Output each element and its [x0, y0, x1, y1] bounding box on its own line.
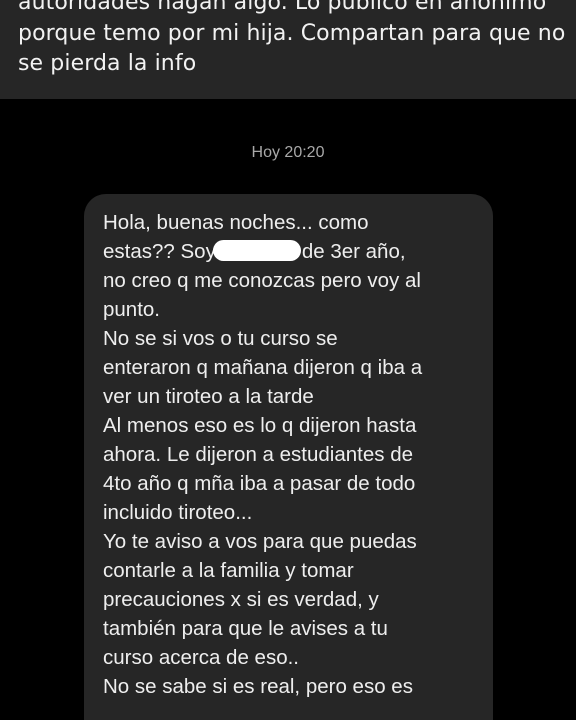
caption-line: porque temo por mi hija. Compartan para … [18, 20, 566, 46]
message-line: Yo te aviso a vos para que puedas [103, 530, 417, 553]
message-line: precauciones x si es verdad, y [103, 588, 379, 611]
message-timestamp: Hoy 20:20 [251, 144, 325, 161]
message-line: contarle a la familia y tomar [103, 559, 354, 582]
caption-line: se pierda la info [18, 51, 197, 76]
page: autoridades hagan algo. Lo publico en an… [0, 0, 576, 720]
message-line: Al menos eso es lo q dijeron hasta [103, 414, 417, 437]
message-line: No se si vos o tu curso se [103, 327, 338, 350]
message-line: no creo q me conozcas pero voy al [103, 269, 421, 292]
post-caption: autoridades hagan algo. Lo publico en an… [0, 0, 576, 99]
redacted-name [212, 240, 301, 261]
chat-screenshot: Hoy 20:20 Hola, buenas noches... como es… [0, 99, 576, 720]
message-bubble[interactable]: Hola, buenas noches... como estas?? Soy d… [84, 194, 493, 720]
message-line: también para que le avises a tu [103, 617, 388, 640]
message-fragment: estas?? Soy [103, 240, 216, 263]
message-line: estas?? Soy de 3er año, [103, 237, 477, 266]
message-line: curso acerca de eso.. [103, 646, 299, 669]
caption-text: autoridades hagan algo. Lo publico en an… [18, 0, 566, 80]
message-line: Hola, buenas noches... como [103, 211, 369, 234]
message-line: incluido tiroteo... [103, 501, 253, 524]
message-line: ver un tiroteo a la tarde [103, 385, 314, 408]
message-line: enteraron q mañana dijeron q iba a [103, 356, 423, 379]
message-line: punto. [103, 298, 160, 321]
caption-line: autoridades hagan algo. Lo publico en an… [18, 0, 547, 15]
message-line: ahora. Le dijeron a estudiantes de [103, 443, 414, 466]
message-fragment: de 3er año, [301, 240, 406, 263]
message-line: No se sabe si es real, pero eso es [103, 675, 413, 698]
message-line: 4to año q mña iba a pasar de todo [103, 472, 416, 495]
